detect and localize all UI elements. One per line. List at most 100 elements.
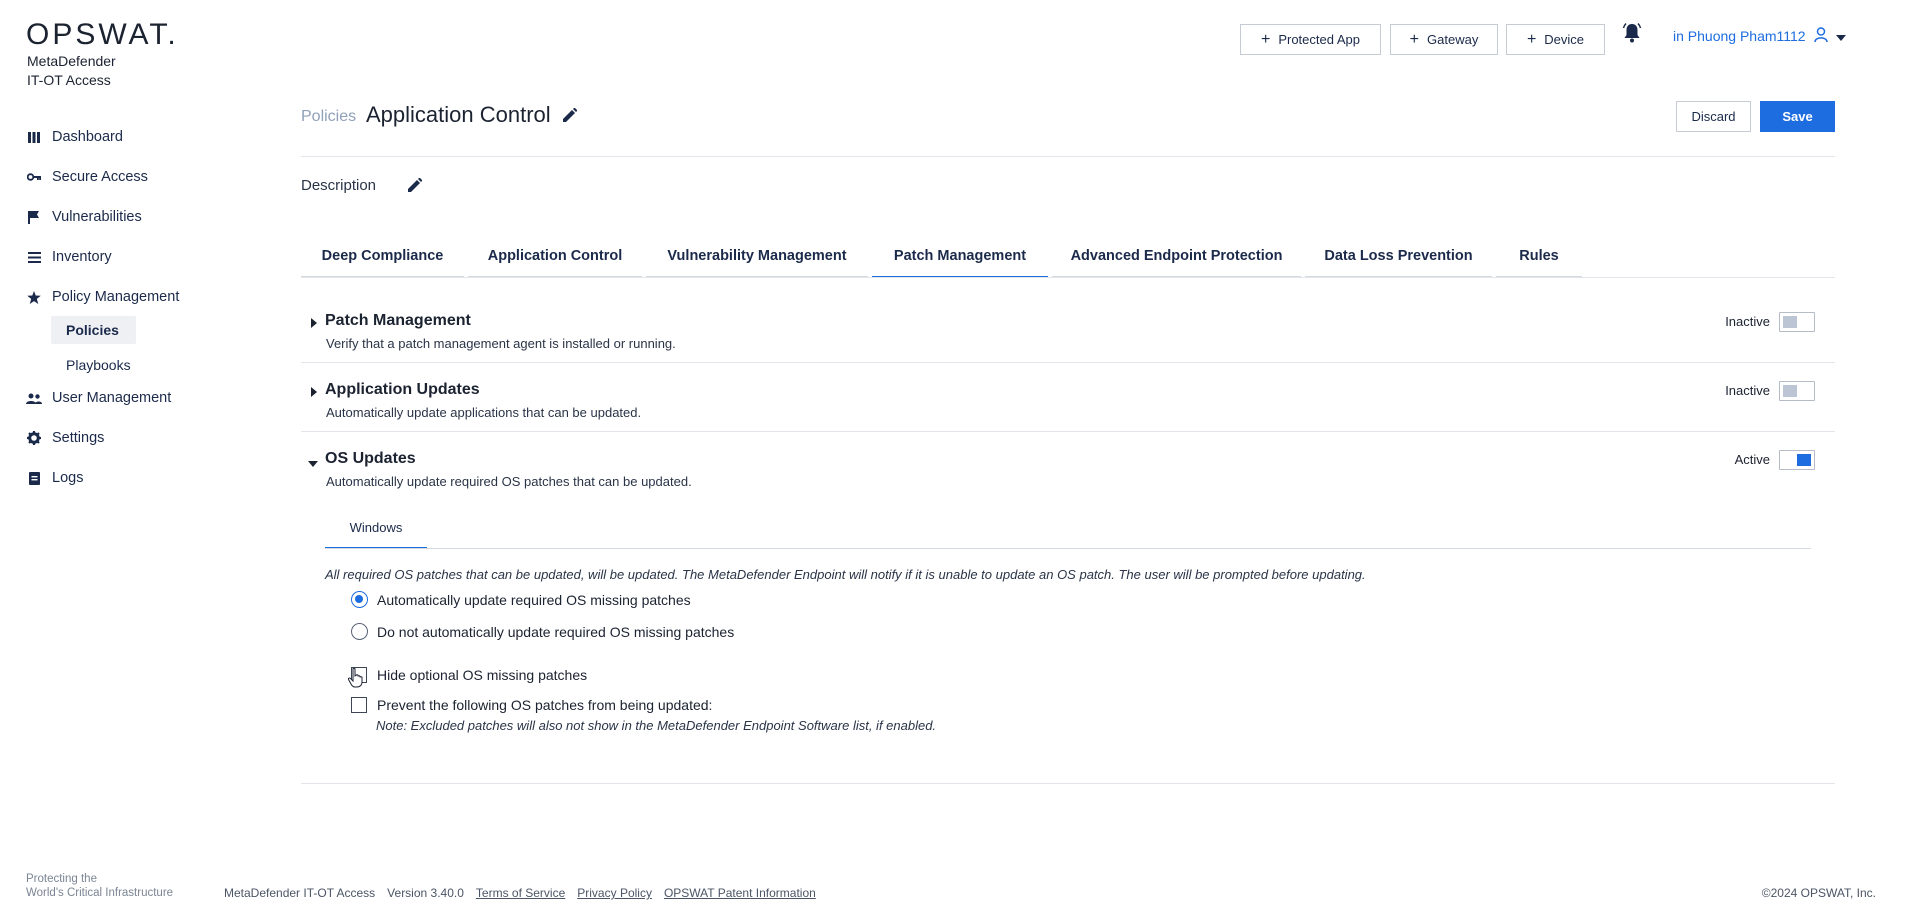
nav-item-user-management[interactable]: User Management [26, 387, 179, 409]
radio-no-auto-update[interactable]: Do not automatically update required OS … [351, 623, 734, 640]
divider [301, 362, 1835, 363]
tagline-line-2: World's Critical Infrastructure [26, 887, 174, 899]
nav-item-inventory[interactable]: Inventory [26, 246, 179, 268]
button-label: Gateway [1427, 32, 1479, 47]
footer-product: MetaDefender IT-OT Access [224, 886, 376, 900]
save-button[interactable]: Save [1760, 101, 1835, 132]
radio-button[interactable] [351, 623, 368, 640]
expand-caret-right-icon[interactable] [310, 384, 320, 397]
application-updates-toggle[interactable] [1779, 381, 1815, 401]
checkbox-hide-optional[interactable]: Hide optional OS missing patches [351, 667, 587, 683]
tabs-divider [301, 277, 1835, 278]
discard-button[interactable]: Discard [1676, 101, 1751, 132]
tab-rules[interactable]: Rules [1496, 236, 1582, 278]
button-label: Device [1544, 32, 1585, 47]
os-updates-note: All required OS patches that can be upda… [325, 567, 1366, 582]
nav-label: User Management [52, 390, 172, 406]
nav-item-logs[interactable]: Logs [26, 467, 179, 489]
product-name: MetaDefender IT-OT Access [27, 52, 116, 90]
edit-title-pencil-icon[interactable] [563, 107, 579, 124]
tab-patch-management[interactable]: Patch Management [872, 236, 1048, 278]
patent-information-link[interactable]: OPSWAT Patent Information [664, 886, 816, 900]
hand-cursor-icon [347, 667, 364, 688]
description-label: Description [301, 177, 377, 194]
section-title-os-updates[interactable]: OS Updates [325, 450, 416, 468]
divider [301, 431, 1835, 432]
policy-subnav: Policies Playbooks [51, 316, 179, 379]
user-icon [1813, 27, 1828, 45]
subtab-windows[interactable]: Windows [325, 508, 427, 549]
user-menu[interactable]: in Phuong Pham1112 [1673, 27, 1846, 45]
collapse-caret-down-icon[interactable] [308, 455, 318, 467]
tagline-line-1: Protecting the [26, 873, 97, 885]
dashboard-icon [26, 130, 42, 144]
nav-item-dashboard[interactable]: Dashboard [26, 126, 179, 148]
plus-icon: + [1526, 30, 1537, 48]
tab-data-loss-prevention[interactable]: Data Loss Prevention [1305, 236, 1492, 278]
terms-of-service-link[interactable]: Terms of Service [476, 886, 565, 900]
subnav-item-policies[interactable]: Policies [51, 316, 136, 344]
nav-label: Vulnerabilities [52, 209, 142, 225]
nav-label: Settings [52, 430, 105, 446]
nav-item-vulnerabilities[interactable]: Vulnerabilities [26, 206, 179, 228]
footer-copyright: ©2024 OPSWAT, Inc. [1761, 886, 1876, 900]
footer-links: MetaDefender IT-OT Access Version 3.40.0… [224, 886, 816, 900]
breadcrumb-policies[interactable]: Policies [301, 108, 356, 126]
divider [301, 156, 1835, 157]
nav-item-settings[interactable]: Settings [26, 427, 179, 449]
users-icon [26, 391, 42, 405]
tab-advanced-endpoint-protection[interactable]: Advanced Endpoint Protection [1052, 236, 1301, 278]
product-line-1: MetaDefender [27, 53, 116, 69]
add-device-button[interactable]: + Device [1506, 24, 1605, 55]
add-gateway-button[interactable]: + Gateway [1390, 24, 1498, 55]
gear-icon [26, 431, 42, 445]
section-title-application-updates[interactable]: Application Updates [325, 381, 480, 399]
section-desc: Automatically update applications that c… [326, 405, 642, 420]
section-desc: Verify that a patch management agent is … [326, 336, 676, 351]
flag-icon [26, 210, 42, 224]
nav-item-secure-access[interactable]: Secure Access [26, 166, 179, 188]
checkbox[interactable] [351, 697, 367, 713]
subtab-divider [325, 548, 1811, 549]
tab-application-control[interactable]: Application Control [468, 236, 642, 278]
chevron-down-icon [1835, 28, 1846, 44]
nav-label: Secure Access [52, 169, 148, 185]
nav-item-policy-management[interactable]: Policy Management [26, 286, 179, 308]
list-icon [26, 250, 42, 264]
status-label: Active [1734, 452, 1770, 467]
radio-auto-update[interactable]: Automatically update required OS missing… [351, 591, 691, 608]
checkbox-label: Hide optional OS missing patches [377, 667, 588, 683]
status-label: Inactive [1725, 314, 1770, 329]
tab-vulnerability-management[interactable]: Vulnerability Management [646, 236, 868, 278]
edit-description-pencil-icon[interactable] [408, 177, 424, 194]
os-updates-toggle[interactable] [1779, 450, 1815, 470]
log-icon [26, 471, 42, 485]
main-nav: Dashboard Secure Access Vulnerabilities … [26, 126, 179, 507]
status-label: Inactive [1725, 383, 1770, 398]
checkbox-label: Prevent the following OS patches from be… [377, 697, 713, 713]
radio-button-selected[interactable] [351, 591, 368, 608]
divider [301, 783, 1835, 784]
expand-caret-right-icon[interactable] [310, 315, 320, 328]
key-icon [26, 170, 42, 184]
plus-icon: + [1409, 30, 1420, 48]
user-name: in Phuong Pham1112 [1673, 28, 1806, 44]
plus-icon: + [1260, 30, 1271, 48]
footer-version: Version 3.40.0 [387, 886, 464, 900]
patch-management-toggle[interactable] [1779, 312, 1815, 332]
notification-bell-icon[interactable] [1621, 22, 1643, 46]
checkbox-prevent-patches[interactable]: Prevent the following OS patches from be… [351, 697, 712, 713]
opswat-logo: OPSWAT. [26, 18, 179, 51]
tab-deep-compliance[interactable]: Deep Compliance [301, 236, 464, 278]
privacy-policy-link[interactable]: Privacy Policy [577, 886, 652, 900]
footer-tagline: Protecting the World's Critical Infrastr… [26, 872, 173, 900]
nav-label: Policy Management [52, 289, 180, 305]
add-protected-app-button[interactable]: + Protected App [1240, 24, 1381, 55]
subnav-item-playbooks[interactable]: Playbooks [51, 351, 179, 379]
section-title-patch-management[interactable]: Patch Management [325, 312, 471, 330]
page-title: Application Control [366, 102, 551, 127]
radio-label: Automatically update required OS missing… [377, 591, 691, 608]
sidebar: OPSWAT. MetaDefender IT-OT Access Dashbo… [0, 0, 250, 923]
radio-label: Do not automatically update required OS … [377, 623, 735, 640]
star-icon [26, 290, 42, 304]
